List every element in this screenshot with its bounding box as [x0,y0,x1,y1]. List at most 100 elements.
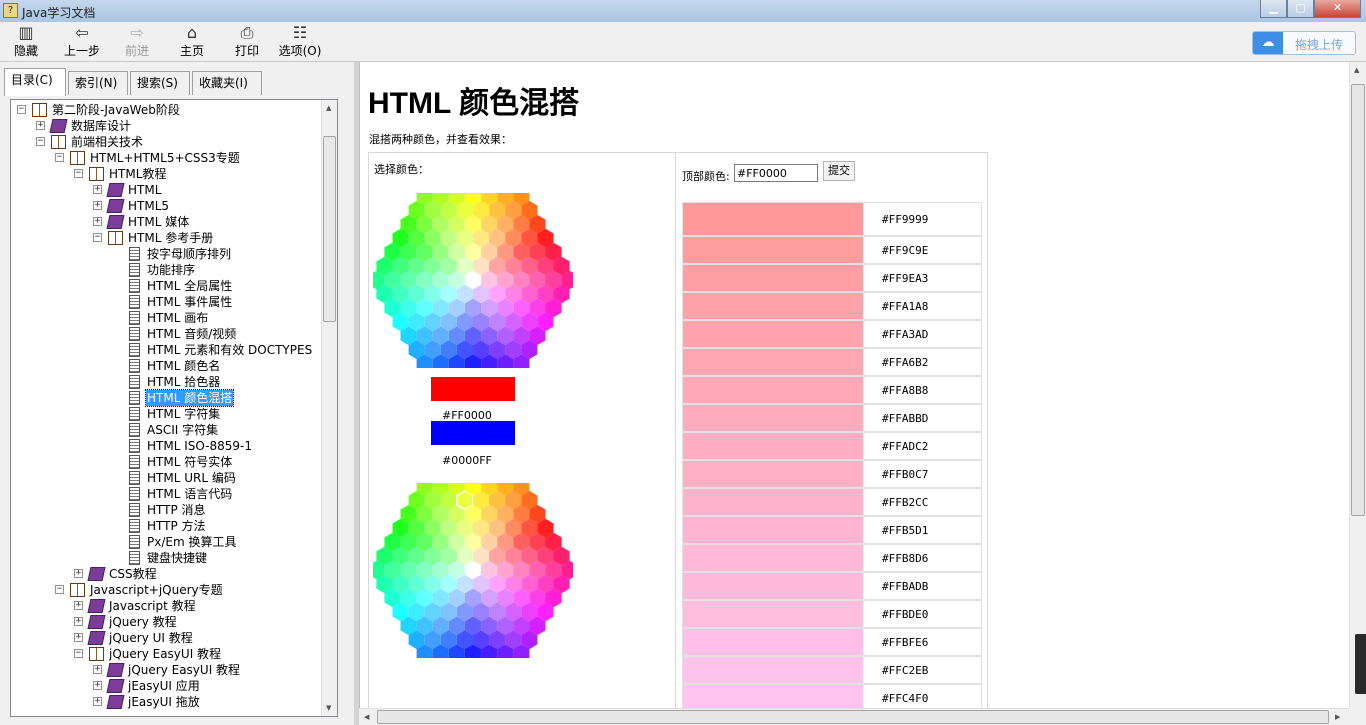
tree-item[interactable]: HTML 拾色器 [11,374,321,390]
tree-item[interactable]: 键盘快捷键 [11,550,321,566]
collapse-icon[interactable]: − [17,105,26,114]
tree-item[interactable]: HTML 画布 [11,310,321,326]
tree-item[interactable]: + jEasyUI 应用 [11,678,321,694]
maximize-button[interactable]: ▢ [1287,0,1314,18]
tree-item[interactable]: − HTML 参考手册 [11,230,321,246]
tree-item[interactable]: + HTML 媒体 [11,214,321,230]
tree-item[interactable]: − 前端相关技术 [11,134,321,150]
hide-button[interactable]: ▥ 隐藏 [10,24,42,60]
minimize-button[interactable]: ▁ [1260,0,1287,18]
forward-button[interactable]: ⇨ 前进 [121,24,153,60]
collapse-icon[interactable]: − [74,649,83,658]
side-dock-tab[interactable] [1355,634,1366,694]
content-horizontal-thumb[interactable] [377,710,1329,724]
tree-item[interactable]: HTML 音频/视频 [11,326,321,342]
submit-button[interactable]: 提交 [823,161,855,181]
tree-item[interactable]: HTML 颜色名 [11,358,321,374]
print-button[interactable]: ⎙ 打印 [231,24,263,60]
expand-icon[interactable]: + [93,185,102,194]
tree-item[interactable]: + jQuery 教程 [11,614,321,630]
tab-favorites[interactable]: 收藏夹(I) [192,71,262,95]
tree-item[interactable]: HTML 符号实体 [11,454,321,470]
mix-row: #FFBDE0 [682,600,982,628]
tab-index[interactable]: 索引(N) [68,71,128,95]
color-map-2[interactable] [373,483,573,658]
tree-item[interactable]: − Javascript+jQuery专题 [11,582,321,598]
top-color-input[interactable] [734,164,818,182]
expand-icon[interactable]: + [93,201,102,210]
tree-item[interactable]: Px/Em 换算工具 [11,534,321,550]
expand-icon[interactable]: + [36,121,45,130]
mix-row: #FFB2CC [682,488,982,516]
home-button[interactable]: ⌂ 主页 [176,24,208,60]
expand-icon[interactable]: + [74,601,83,610]
tree-item[interactable]: HTML 颜色混搭 [11,389,321,407]
scroll-right-arrow-icon[interactable]: ▶ [1335,713,1340,721]
expand-icon[interactable]: + [74,569,83,578]
tree-item[interactable]: − 第二阶段-JavaWeb阶段 [11,102,321,118]
expand-icon[interactable]: + [93,217,102,226]
close-button[interactable]: ✕ [1314,0,1361,18]
expand-icon[interactable]: + [93,681,102,690]
tree-item[interactable]: + Javascript 教程 [11,598,321,614]
content-horizontal-scrollbar[interactable]: ◀ ▶ [359,708,1349,725]
collapse-icon[interactable]: − [74,169,83,178]
tree-item[interactable]: + HTML5 [11,198,321,214]
scroll-down-arrow-icon[interactable]: ▼ [326,704,331,712]
collapse-icon[interactable]: − [55,585,64,594]
tree-item[interactable]: + CSS教程 [11,566,321,582]
mix-row: #FFB5D1 [682,516,982,544]
tree-item[interactable]: + 数据库设计 [11,118,321,134]
tree-item[interactable]: HTML 字符集 [11,406,321,422]
expand-icon[interactable]: + [93,697,102,706]
tree-item[interactable]: 功能排序 [11,262,321,278]
mix-swatch [683,573,863,599]
mix-swatch [683,433,863,459]
expand-icon[interactable]: + [74,617,83,626]
tree-scroll-thumb[interactable] [323,136,336,322]
content-vertical-scrollbar[interactable]: ▲ [1349,62,1366,708]
tree-item[interactable]: 按字母顺序排列 [11,246,321,262]
tree-item[interactable]: HTML ISO-8859-1 [11,438,321,454]
tree-item[interactable]: + jQuery EasyUI 教程 [11,662,321,678]
tree-item[interactable]: − HTML教程 [11,166,321,182]
scroll-up-arrow-icon[interactable]: ▲ [326,104,331,112]
content-vertical-thumb[interactable] [1351,84,1365,516]
tree-item[interactable]: HTML URL 编码 [11,470,321,486]
tree-scrollbar[interactable]: ▲ ▼ [321,100,337,716]
color-map-1[interactable] [373,193,573,368]
tree-item[interactable]: + jEasyUI 拖放 [11,694,321,710]
tree-item[interactable]: HTML 事件属性 [11,294,321,310]
expand-icon[interactable]: + [74,633,83,642]
tab-search[interactable]: 搜索(S) [130,71,190,95]
closed-book-icon [106,695,125,709]
baidu-upload-button[interactable]: ☁ 拖拽上传 [1252,31,1356,55]
collapse-icon[interactable]: − [36,137,45,146]
expand-icon[interactable]: + [93,665,102,674]
tree-item[interactable]: HTTP 方法 [11,518,321,534]
tree-item[interactable]: + jQuery UI 教程 [11,630,321,646]
tree-item[interactable]: + HTML [11,182,321,198]
back-button[interactable]: ⇦ 上一步 [62,24,102,60]
tree-item[interactable]: HTML 语言代码 [11,486,321,502]
color-picker-column: 选择颜色： #FF0000 #0000FF [369,153,676,708]
collapse-icon[interactable]: − [55,153,64,162]
tab-contents[interactable]: 目录(C) [4,68,66,96]
content-scroll-up-arrow-icon[interactable]: ▲ [1354,66,1359,74]
scroll-left-arrow-icon[interactable]: ◀ [364,713,369,721]
mix-row: #FFABBD [682,404,982,432]
tree-item[interactable]: − jQuery EasyUI 教程 [11,646,321,662]
mix-row: #FFB0C7 [682,460,982,488]
open-book-icon [70,583,85,597]
collapse-icon[interactable]: − [93,233,102,242]
options-button[interactable]: ☷ 选项(O) [278,24,322,60]
mix-hex: #FF9EA3 [882,272,929,285]
mix-swatch [683,377,863,403]
tree-item[interactable]: HTML 全局属性 [11,278,321,294]
mix-swatch [683,237,863,263]
tree-item[interactable]: HTTP 消息 [11,502,321,518]
tree-item[interactable]: − HTML+HTML5+CSS3专题 [11,150,321,166]
tree-item[interactable]: ASCII 字符集 [11,422,321,438]
tree-item[interactable]: HTML 元素和有效 DOCTYPES [11,342,321,358]
page-icon [129,519,140,533]
